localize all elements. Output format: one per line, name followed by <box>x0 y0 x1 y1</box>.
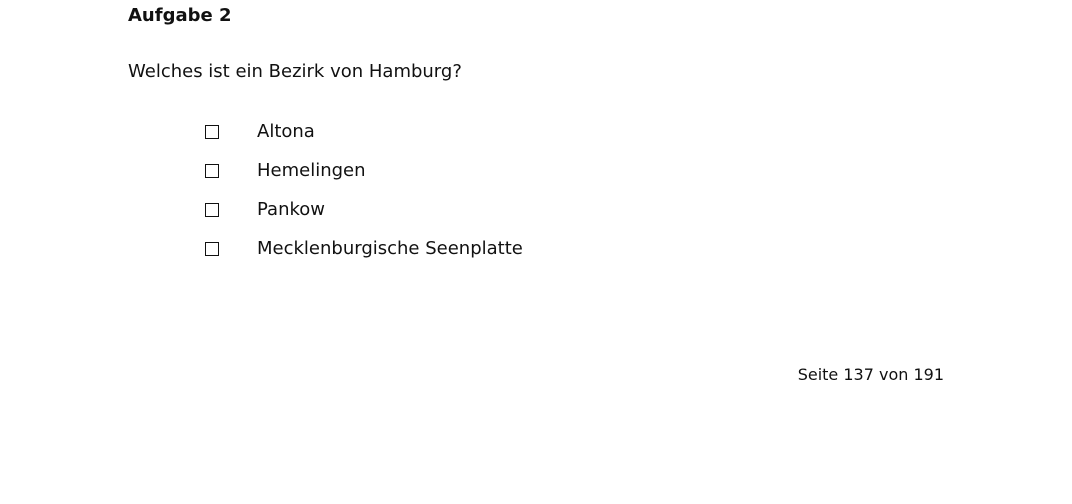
answer-option[interactable]: Altona <box>205 116 523 155</box>
answer-options: Altona Hemelingen Pankow Mecklenburgisch… <box>205 116 523 272</box>
option-label: Altona <box>257 120 315 142</box>
answer-option[interactable]: Pankow <box>205 194 523 233</box>
option-label: Hemelingen <box>257 159 366 181</box>
question-text: Welches ist ein Bezirk von Hamburg? <box>128 61 462 82</box>
answer-option[interactable]: Hemelingen <box>205 155 523 194</box>
checkbox[interactable] <box>205 163 219 178</box>
option-label: Mecklenburgische Seenplatte <box>257 237 523 259</box>
checkbox[interactable] <box>205 241 219 256</box>
task-heading: Aufgabe 2 <box>128 5 232 26</box>
page-number: Seite 137 von 191 <box>797 365 944 384</box>
option-label: Pankow <box>257 198 326 220</box>
checkbox[interactable] <box>205 124 219 139</box>
checkbox[interactable] <box>205 202 219 217</box>
answer-option[interactable]: Mecklenburgische Seenplatte <box>205 233 523 272</box>
